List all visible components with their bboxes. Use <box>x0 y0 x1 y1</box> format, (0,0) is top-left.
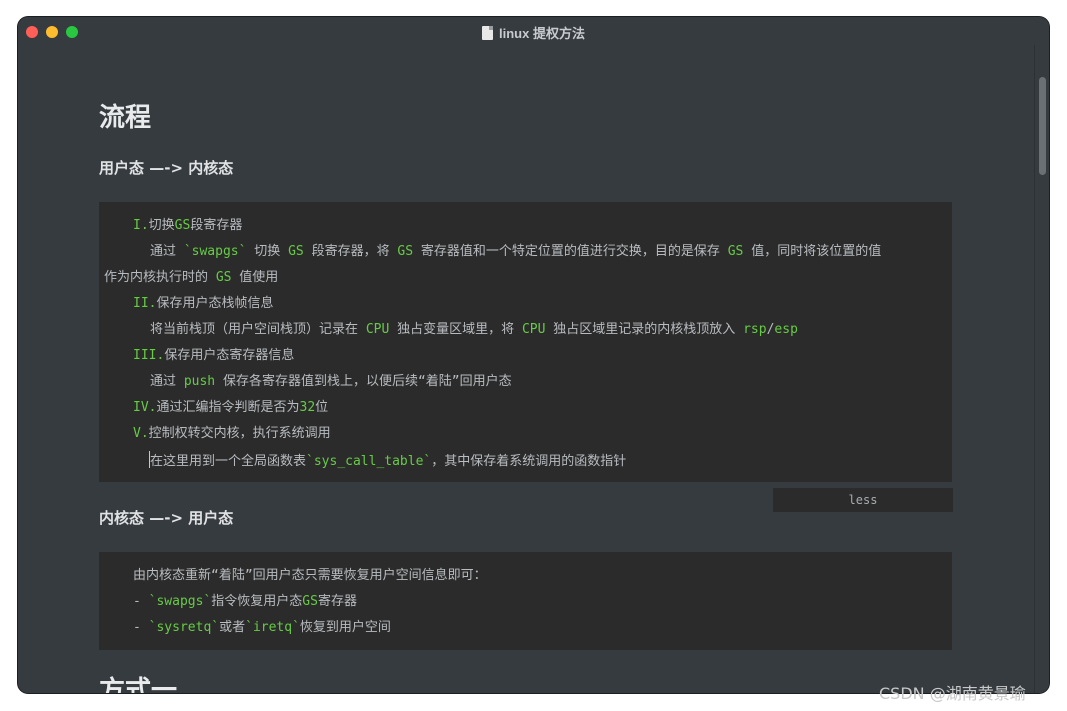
markdown-file-icon <box>482 26 494 40</box>
code-block-kernel-to-user[interactable]: 由内核态重新“着陆”回用户态只需要恢复用户空间信息即可： - `swapgs`指… <box>99 552 952 650</box>
section-kernel-to-user: 内核态 —-> 用户态 <box>99 509 234 527</box>
code-block-user-to-kernel[interactable]: I.切换GS段寄存器 通过 `swapgs` 切换 GS 段寄存器，将 GS 寄… <box>99 202 952 482</box>
vertical-scrollbar[interactable] <box>1034 45 1049 693</box>
code-line: - `sysretq`或者`iretq`恢复到用户空间 <box>133 620 391 635</box>
code-line: 将当前栈顶（用户空间栈顶）记录在 CPU 独占变量区域里，将 CPU 独占区域里… <box>150 322 798 337</box>
code-line: 通过 push 保存各寄存器值到栈上，以便后续“着陆”回用户态 <box>150 374 512 389</box>
code-line: 作为内核执行时的 GS 值使用 <box>104 270 279 285</box>
code-line: - `swapgs`指令恢复用户态GS寄存器 <box>133 594 357 609</box>
code-line: V.控制权转交内核，执行系统调用 <box>133 426 331 441</box>
app-window: linux 提权方法 流程 用户态 —-> 内核态 I.切换GS段寄存器 通过 … <box>18 17 1049 693</box>
document-content[interactable]: 流程 用户态 —-> 内核态 I.切换GS段寄存器 通过 `swapgs` 切换… <box>18 45 1035 693</box>
code-language-selector[interactable]: less <box>773 488 953 512</box>
code-line: 由内核态重新“着陆”回用户态只需要恢复用户空间信息即可： <box>133 568 487 583</box>
section-user-to-kernel: 用户态 —-> 内核态 <box>99 159 234 177</box>
code-line: IV.通过汇编指令判断是否为32位 <box>133 400 329 415</box>
code-line: 在这里用到一个全局函数表`sys_call_table`，其中保存着系统调用的函… <box>149 451 626 471</box>
watermark: CSDN @湖南黄景瑜 <box>879 684 1026 703</box>
code-line: III.保存用户态寄存器信息 <box>133 348 295 363</box>
heading-flow: 流程 <box>99 103 152 133</box>
code-line: 通过 `swapgs` 切换 GS 段寄存器，将 GS 寄存器值和一个特定位置的… <box>150 244 882 259</box>
window-title-text: linux 提权方法 <box>499 26 585 41</box>
window-title: linux 提权方法 <box>18 23 1049 42</box>
code-line: I.切换GS段寄存器 <box>133 218 243 233</box>
title-bar: linux 提权方法 <box>18 17 1049 45</box>
heading-method-one: 方式一 <box>99 676 178 693</box>
code-line: II.保存用户态栈帧信息 <box>133 296 274 311</box>
scrollbar-thumb[interactable] <box>1039 77 1046 175</box>
